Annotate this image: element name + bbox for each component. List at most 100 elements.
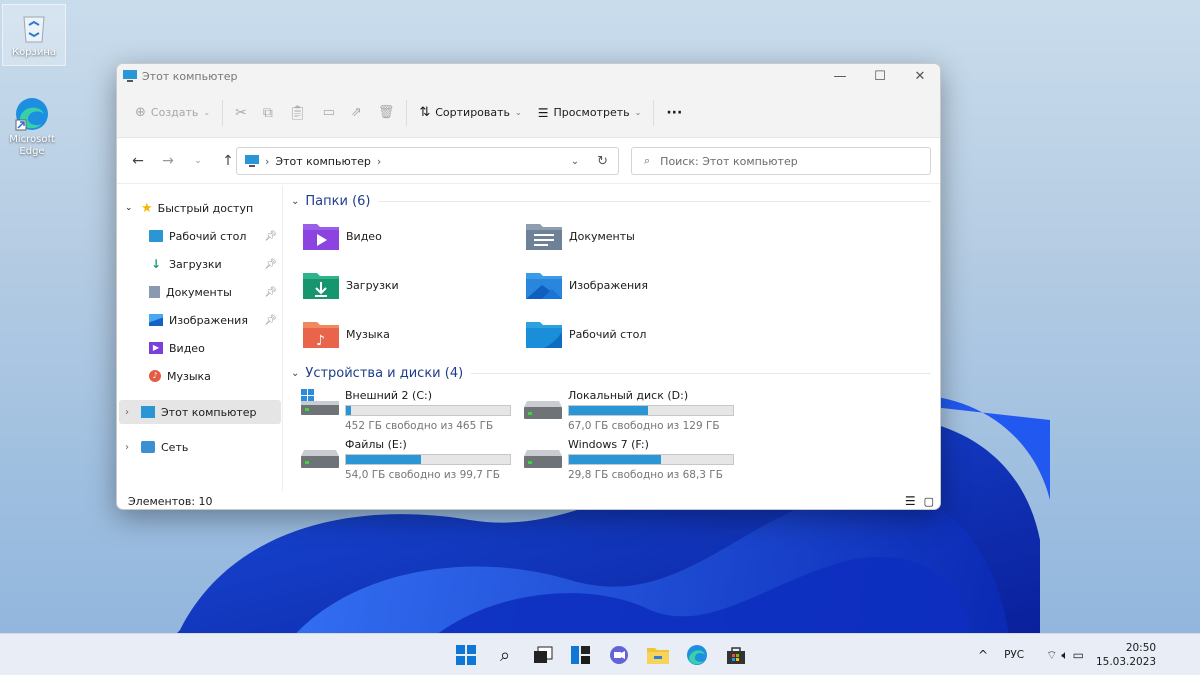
- windows-logo-icon: [456, 645, 476, 665]
- share-button[interactable]: ⇗: [343, 97, 370, 129]
- create-button[interactable]: ⊕ Создать ⌄: [127, 97, 218, 129]
- widgets-button[interactable]: [567, 641, 595, 669]
- drive-name: Файлы (E:): [345, 438, 407, 451]
- sidebar-item-video[interactable]: ▶ Видео: [117, 336, 283, 360]
- star-icon: ★: [141, 200, 153, 216]
- sidebar-item-this-pc[interactable]: › Этот компьютер: [119, 400, 281, 424]
- file-explorer-taskbar-button[interactable]: [644, 641, 672, 669]
- folders-header-label: Папки (6): [305, 194, 371, 209]
- folder-downloads[interactable]: Загрузки: [301, 269, 399, 301]
- hard-drive-icon: [301, 450, 339, 468]
- address-history-chevron-icon[interactable]: ⌄: [571, 156, 579, 167]
- chevron-down-icon: ⌄: [203, 108, 211, 117]
- pin-icon: 📌︎: [264, 258, 277, 270]
- chat-button[interactable]: [605, 641, 633, 669]
- recycle-bin-label: Корзина: [11, 47, 57, 58]
- details-view-icon[interactable]: ☰: [905, 494, 916, 508]
- folder-music[interactable]: ♪ Музыка: [301, 318, 390, 350]
- collapse-chevron-icon: ⌄: [291, 196, 300, 207]
- breadcrumb-separator-icon: ›: [376, 154, 382, 168]
- forward-button[interactable]: →: [155, 148, 181, 174]
- sort-icon: ⇅: [419, 105, 431, 120]
- close-button[interactable]: ✕: [900, 64, 940, 88]
- drive-free-space: 29,8 ГБ свободно из 68,3 ГБ: [568, 469, 723, 481]
- breadcrumb-separator-icon: ›: [265, 154, 270, 168]
- task-view-button[interactable]: [529, 641, 557, 669]
- recycle-bin-desktop-icon[interactable]: Корзина: [2, 4, 66, 66]
- folder-video[interactable]: Видео: [301, 220, 382, 252]
- search-taskbar-button[interactable]: ⌕: [491, 641, 519, 669]
- show-hidden-icons-chevron-icon[interactable]: ^: [978, 648, 988, 662]
- folder-pictures[interactable]: Изображения: [524, 269, 648, 301]
- chat-icon: [610, 646, 628, 664]
- toolbar-divider: [222, 99, 224, 126]
- group-divider: [471, 373, 931, 374]
- recent-button[interactable]: ⌄: [185, 148, 211, 174]
- rename-button[interactable]: ▭: [315, 97, 343, 129]
- drive-usage-bar: [568, 405, 734, 416]
- drive-usage-bar: [345, 405, 511, 416]
- edge-taskbar-button[interactable]: [683, 641, 711, 669]
- delete-button[interactable]: 🗑︎: [370, 97, 403, 129]
- navigation-pane: ⌄ ★ Быстрый доступ Рабочий стол 📌︎ ↓ Заг…: [117, 186, 283, 491]
- folder-desktop[interactable]: Рабочий стол: [524, 318, 646, 350]
- folder-documents[interactable]: Документы: [524, 220, 635, 252]
- download-icon: ↓: [150, 257, 162, 271]
- arrow-left-icon: ←: [132, 152, 144, 169]
- status-bar: Элементов: 10 ☰ ▢: [117, 491, 940, 509]
- breadcrumb-this-pc[interactable]: Этот компьютер: [275, 155, 371, 168]
- view-list-icon: ☰: [537, 105, 549, 120]
- minimize-button[interactable]: —: [820, 64, 860, 88]
- downloads-folder-icon: [303, 273, 339, 299]
- paste-button[interactable]: 📋︎: [281, 97, 315, 129]
- more-options-button[interactable]: ···: [658, 97, 690, 129]
- drive-usage-fill: [346, 406, 351, 415]
- edge-desktop-icon[interactable]: Microsoft Edge: [0, 92, 64, 164]
- sidebar-item-label: Рабочий стол: [169, 229, 247, 243]
- sidebar-item-network[interactable]: › Сеть: [117, 435, 283, 459]
- maximize-button[interactable]: ☐: [860, 64, 900, 88]
- sidebar-item-downloads[interactable]: ↓ Загрузки 📌︎: [117, 252, 283, 276]
- search-input[interactable]: ⌕ Поиск: Этот компьютер: [631, 147, 931, 175]
- pin-icon: 📌︎: [264, 286, 277, 298]
- svg-text:♪: ♪: [316, 333, 325, 349]
- folders-group-header[interactable]: ⌄ Папки (6): [291, 194, 931, 209]
- sidebar-item-music[interactable]: ♪ Музыка: [117, 364, 283, 388]
- pictures-icon: [149, 314, 163, 326]
- plus-circle-icon: ⊕: [135, 105, 146, 120]
- group-divider: [378, 201, 931, 202]
- wifi-icon[interactable]: ⌔: [1046, 648, 1057, 663]
- store-button[interactable]: [722, 641, 750, 669]
- sidebar-network-label: Сеть: [161, 440, 189, 454]
- more-label: ···: [666, 104, 683, 121]
- drives-group-header[interactable]: ⌄ Устройства и диски (4): [291, 366, 931, 381]
- tiles-view-icon[interactable]: ▢: [924, 495, 934, 508]
- back-button[interactable]: ←: [125, 148, 151, 174]
- address-bar[interactable]: › Этот компьютер › ⌄ ↻: [236, 147, 619, 175]
- input-language-indicator[interactable]: РУС: [1004, 649, 1024, 661]
- video-icon: ▶: [149, 342, 163, 354]
- cut-button[interactable]: ✂: [227, 97, 255, 129]
- sort-label: Сортировать: [435, 106, 511, 119]
- sidebar-item-documents[interactable]: Документы 📌︎: [117, 280, 283, 304]
- refresh-icon[interactable]: ↻: [597, 154, 608, 169]
- store-icon: [727, 647, 745, 664]
- title-bar[interactable]: Этот компьютер — ☐ ✕: [117, 64, 940, 88]
- sidebar-item-desktop[interactable]: Рабочий стол 📌︎: [117, 224, 283, 248]
- copy-button[interactable]: ⧉: [255, 97, 281, 129]
- drive-f[interactable]: Windows 7 (F:) 29,8 ГБ свободно из 68,3 …: [524, 438, 940, 482]
- view-button[interactable]: ☰ Просмотреть ⌄: [530, 97, 650, 129]
- drive-d[interactable]: Локальный диск (D:) 67,0 ГБ свободно из …: [524, 389, 940, 433]
- documents-folder-icon: [526, 224, 562, 250]
- clock[interactable]: 20:50 15.03.2023: [1096, 641, 1156, 669]
- sidebar-item-quick-access[interactable]: ⌄ ★ Быстрый доступ: [117, 196, 283, 220]
- sort-button[interactable]: ⇅ Сортировать ⌄: [411, 97, 529, 129]
- sidebar-this-pc-label: Этот компьютер: [161, 405, 257, 419]
- folder-label: Музыка: [346, 327, 390, 341]
- start-button[interactable]: [452, 641, 480, 669]
- system-tray: ^ РУС ⌔ 🔈︎ ▭ 20:50 15.03.2023: [978, 634, 1156, 675]
- volume-icon[interactable]: 🔈︎: [1061, 648, 1068, 663]
- battery-icon[interactable]: ▭: [1073, 648, 1084, 662]
- drive-name: Внешний 2 (C:): [345, 389, 433, 402]
- sidebar-item-pictures[interactable]: Изображения 📌︎: [117, 308, 283, 332]
